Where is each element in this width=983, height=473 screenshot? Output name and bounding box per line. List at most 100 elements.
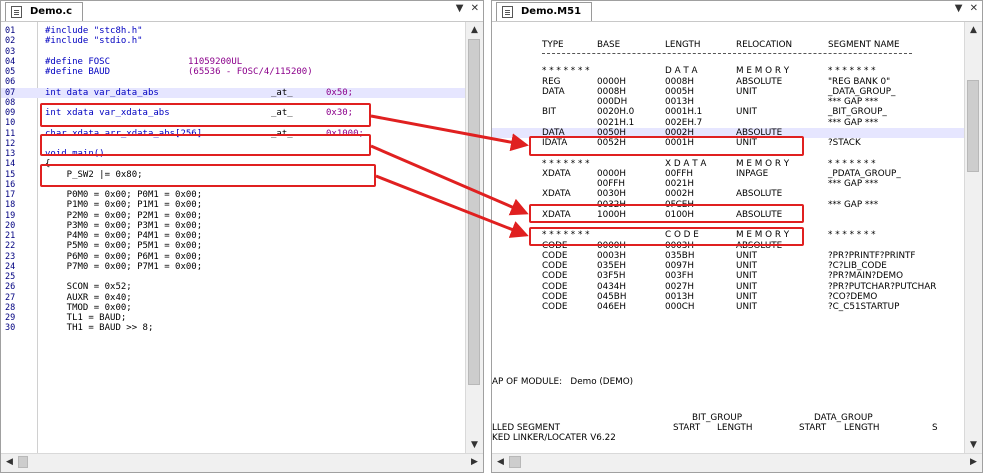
code-text-col2: (65536 - FOSC/4/115200) — [188, 67, 313, 77]
left-vertical-scrollbar[interactable]: ▲ ▼ — [465, 22, 483, 454]
line-number: 12 — [5, 138, 16, 149]
line-number: 05 — [5, 67, 16, 77]
line-number: 03 — [5, 46, 16, 57]
cell-e: * * * * * * * — [828, 158, 876, 169]
cell-e: _DATA_GROUP_ — [828, 86, 896, 97]
right-hscroll-thumb[interactable] — [509, 456, 521, 468]
code-line[interactable]: 02 #include "stdio.h" — [1, 36, 465, 46]
scroll-up-icon[interactable]: ▲ — [466, 22, 483, 39]
map-row: 0021H.1 002EH.7 *** GAP *** — [492, 118, 964, 128]
left-horizontal-scrollbar[interactable]: ◀ ▶ — [1, 453, 483, 472]
map-row: CODE 0003H 035BH UNIT ?PR?PRINTF?PRINTF — [492, 251, 964, 261]
code-line[interactable]: 06 — [1, 77, 465, 87]
module-map-line: AP OF MODULE: Demo (DEMO) — [492, 377, 634, 387]
cell-e: * * * * * * * — [828, 230, 876, 241]
cell-e: "REG BANK 0" — [828, 76, 891, 87]
dropdown-icon[interactable]: ▼ — [456, 3, 464, 14]
tab-demo-c-label: Demo.c — [30, 6, 73, 17]
scroll-left-icon[interactable]: ◀ — [1, 454, 18, 471]
right-vscroll-thumb[interactable] — [967, 80, 979, 172]
scroll-right-icon[interactable]: ▶ — [466, 454, 483, 471]
code-line[interactable]: 26 SCON = 0x52; — [1, 282, 465, 292]
cell-c: X D A T A — [665, 158, 707, 169]
code-line[interactable]: 20 P3M0 = 0x00; P3M1 = 0x00; — [1, 221, 465, 231]
linker-version-line: KED LINKER/LOCATER V6.22 — [492, 433, 616, 443]
scroll-down-icon[interactable]: ▼ — [466, 437, 483, 454]
cell-d: ABSOLUTE — [736, 76, 783, 87]
map-row: BIT 0020H.0 0001H.1 UNIT _BIT_GROUP_ — [492, 107, 964, 117]
tab-demo-c[interactable]: Demo.c — [5, 2, 84, 21]
code-line[interactable]: 05 #define BAUD (65536 - FOSC/4/115200) — [1, 67, 465, 77]
close-icon[interactable]: ✕ — [471, 3, 479, 14]
scroll-down-icon[interactable]: ▼ — [965, 437, 982, 454]
code-line[interactable]: 28 TMOD = 0x00; — [1, 303, 465, 313]
close-icon[interactable]: ✕ — [970, 3, 978, 14]
scroll-right-icon[interactable]: ▶ — [965, 454, 982, 471]
tab-demo-m51-label: Demo.M51 — [521, 6, 582, 17]
code-editor[interactable]: 01 #include "stc8h.h" 02 #include "stdio.h"… — [1, 22, 465, 454]
code-text: P5M0 = 0x00; P5M1 = 0x00; — [45, 241, 203, 252]
right-horizontal-scrollbar[interactable]: ◀ ▶ — [492, 453, 982, 472]
line-number: 26 — [5, 282, 16, 293]
cell-d: ABSOLUTE — [736, 189, 783, 200]
cell-e: * * * * * * * — [828, 66, 876, 77]
code-line[interactable]: 18 P1M0 = 0x00; P1M1 = 0x00; — [1, 200, 465, 210]
map-row: CODE 035EH 0097H UNIT ?C?LIB_CODE — [492, 261, 964, 271]
code-line[interactable]: 19 P2M0 = 0x00; P2M1 = 0x00; — [1, 211, 465, 221]
highlight-box-xdata-1000h — [529, 227, 804, 246]
left-vscroll-thumb[interactable] — [468, 39, 480, 385]
line-number: 22 — [5, 241, 16, 252]
code-line[interactable]: 21 P4M0 = 0x00; P4M1 = 0x00; — [1, 231, 465, 241]
cell-d: UNIT — [736, 302, 757, 312]
code-line[interactable]: 04 #define FOSC 11059200UL — [1, 57, 465, 67]
line-number: 04 — [5, 56, 16, 67]
cell-b: 0020H.0 — [597, 107, 635, 118]
code-line[interactable]: 03 — [1, 47, 465, 57]
code-line[interactable]: 25 — [1, 272, 465, 282]
right-vertical-scrollbar[interactable]: ▲ ▼ — [964, 22, 982, 454]
left-window-controls: ▼ ✕ — [452, 3, 479, 14]
line-number: 16 — [5, 179, 16, 190]
line-number: 25 — [5, 272, 16, 282]
cell-c: 0013H — [665, 291, 695, 302]
cell-c: 0005H — [665, 86, 695, 97]
scroll-up-icon[interactable]: ▲ — [965, 22, 982, 39]
cell-e: _PDATA_GROUP_ — [828, 168, 901, 179]
code-text: P6M0 = 0x00; P6M1 = 0x00; — [45, 251, 203, 262]
header-base: BASE — [597, 40, 621, 50]
line-number: 29 — [5, 313, 16, 323]
cell-a: * * * * * * * — [542, 66, 590, 77]
cell-b: 0000H — [597, 168, 627, 179]
highlight-box-data-0050h — [529, 136, 804, 156]
cell-c: 0027H — [665, 281, 695, 292]
code-line[interactable]: 07 int data var_data_abs _at_ 0x50; — [1, 87, 465, 98]
cell-d: M E M O R Y — [736, 158, 790, 169]
code-line[interactable]: 29 TL1 = BAUD; — [1, 313, 465, 323]
code-text: TL1 = BAUD; — [45, 313, 127, 323]
right-window-controls: ▼ ✕ — [951, 3, 978, 14]
code-line[interactable]: 27 AUXR = 0x40; — [1, 293, 465, 303]
code-text: P4M0 = 0x00; P4M1 = 0x00; — [45, 231, 203, 241]
code-line[interactable]: 24 P7M0 = 0x00; P7M1 = 0x00; — [1, 262, 465, 272]
code-line[interactable]: 17 P0M0 = 0x00; P0M1 = 0x00; — [1, 190, 465, 200]
highlight-box-var-data-abs — [40, 103, 371, 127]
dropdown-icon[interactable]: ▼ — [955, 3, 963, 14]
code-text: P2M0 = 0x00; P2M1 = 0x00; — [45, 210, 203, 221]
code-line[interactable]: 01 #include "stc8h.h" — [1, 26, 465, 36]
code-line[interactable]: 23 P6M0 = 0x00; P6M1 = 0x00; — [1, 252, 465, 262]
truncated-label: S — [932, 423, 938, 433]
left-hscroll-thumb[interactable] — [18, 456, 28, 468]
header-length: LENGTH — [665, 40, 701, 50]
map-module-line: AP OF MODULE: Demo (DEMO) — [492, 377, 964, 387]
tab-demo-m51[interactable]: Demo.M51 — [496, 2, 593, 21]
length-label-2: LENGTH — [844, 423, 880, 433]
scroll-left-icon[interactable]: ◀ — [492, 454, 509, 471]
code-line[interactable]: 30 TH1 = BAUD >> 8; — [1, 323, 465, 333]
cell-a: * * * * * * * — [542, 158, 590, 169]
code-text-col2: _at_ — [271, 87, 293, 98]
cell-b: 03F5H — [597, 271, 626, 282]
code-line[interactable]: 22 P5M0 = 0x00; P5M1 = 0x00; — [1, 241, 465, 251]
highlight-box-arr-xdata-abs — [40, 164, 376, 187]
cell-b: 0021H.1 — [597, 117, 635, 128]
cell-d: UNIT — [736, 107, 757, 118]
